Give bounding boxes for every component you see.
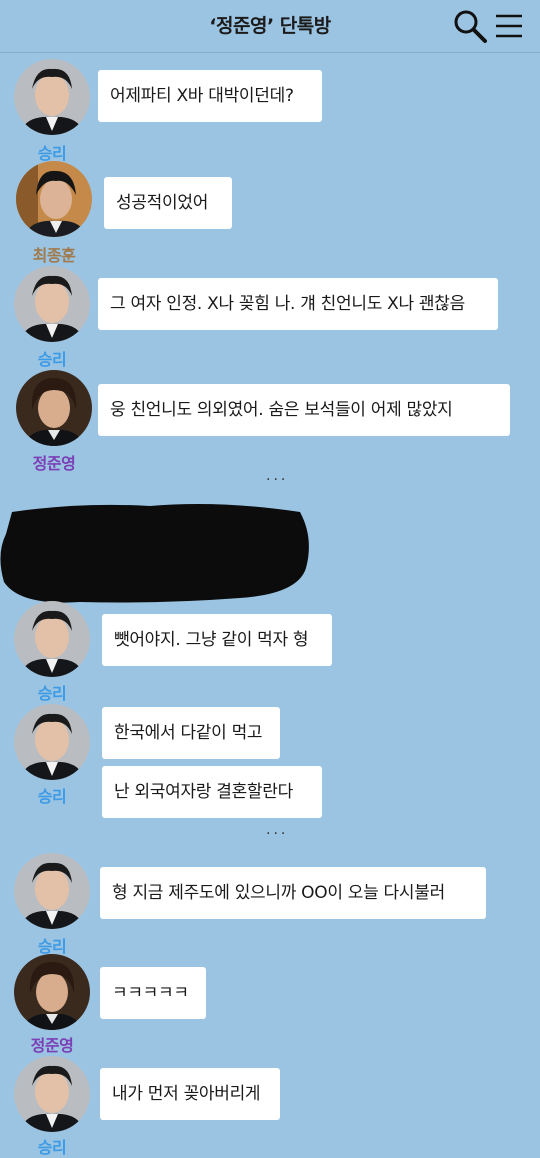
avatar-jung[interactable] bbox=[14, 954, 90, 1030]
menu-icon[interactable] bbox=[492, 8, 528, 44]
sender-name: 승리 bbox=[37, 350, 67, 369]
avatar-seungri[interactable] bbox=[14, 601, 90, 677]
avatar-seungri[interactable] bbox=[14, 1056, 90, 1132]
omission-dots: ··· bbox=[266, 826, 289, 842]
chat-header: ‘정준영’ 단톡방 bbox=[0, 0, 540, 53]
message-bubble[interactable]: 난 외국여자랑 결혼할란다 bbox=[102, 766, 322, 818]
avatar-seungri[interactable] bbox=[14, 704, 90, 780]
sender-name: 승리 bbox=[37, 684, 67, 703]
message-bubble[interactable]: 뺏어야지. 그냥 같이 먹자 형 bbox=[102, 614, 332, 666]
avatar-seungri[interactable] bbox=[14, 59, 90, 135]
sender-name: 정준영 bbox=[32, 454, 76, 473]
message-bubble[interactable]: 웅 친언니도 의외였어. 숨은 보석들이 어제 많았지 bbox=[98, 384, 510, 436]
sender-name: 승리 bbox=[37, 787, 67, 806]
message-bubble[interactable]: 어제파티 X바 대박이던데? bbox=[98, 70, 322, 122]
avatar-choi[interactable] bbox=[16, 161, 92, 237]
avatar-jung[interactable] bbox=[16, 370, 92, 446]
message-bubble[interactable]: 내가 먼저 꽂아버리게 bbox=[100, 1068, 280, 1120]
message-bubble[interactable]: 성공적이었어 bbox=[104, 177, 232, 229]
message-bubble[interactable]: 한국에서 다같이 먹고 bbox=[102, 707, 280, 759]
sender-name: 최종훈 bbox=[32, 246, 76, 265]
message-bubble[interactable]: 형 지금 제주도에 있으니까 OO이 오늘 다시불러 bbox=[100, 867, 486, 919]
avatar-seungri[interactable] bbox=[14, 266, 90, 342]
avatar-seungri[interactable] bbox=[14, 853, 90, 929]
message-bubble[interactable]: 그 여자 인정. X나 꽂힘 나. 걔 친언니도 X나 괜찮음 bbox=[98, 278, 498, 330]
omission-dots: ··· bbox=[266, 472, 289, 488]
redaction-mark bbox=[0, 504, 309, 603]
sender-name: 정준영 bbox=[30, 1036, 74, 1055]
sender-name: 승리 bbox=[37, 1138, 67, 1157]
message-bubble[interactable]: ㅋㅋㅋㅋㅋ bbox=[100, 967, 206, 1019]
search-icon[interactable] bbox=[452, 8, 488, 44]
